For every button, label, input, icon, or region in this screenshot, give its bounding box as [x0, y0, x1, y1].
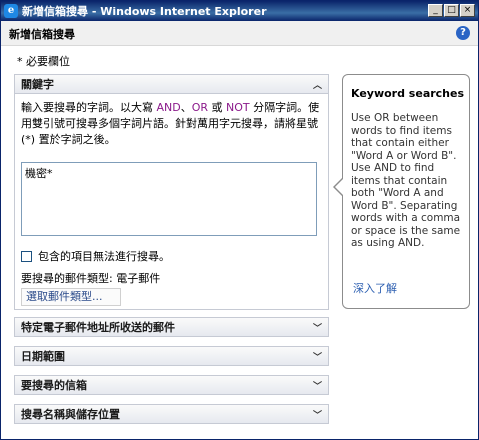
callout-text: Use OR between words to find items that … — [351, 112, 461, 249]
keywords-section: 關鍵字 ︿ 輸入要搜尋的字詞。以大寫 AND、OR 或 NOT 分隔字詞。使用雙… — [14, 74, 329, 310]
chevron-down-icon[interactable]: ﹀ — [313, 321, 322, 334]
section-date-range[interactable]: 日期範圍 ﹀ — [14, 346, 329, 366]
or-operator: OR — [191, 101, 209, 114]
section-name-location[interactable]: 搜尋名稱與儲存位置 ﹀ — [14, 404, 329, 424]
title-bar[interactable]: e 新增信箱搜尋 - Windows Internet Explorer _ □… — [1, 1, 478, 21]
keyword-input[interactable]: 機密* — [21, 162, 317, 236]
chevron-down-icon[interactable]: ﹀ — [313, 408, 322, 421]
callout-pointer-fill — [335, 178, 344, 196]
maximize-button[interactable]: □ — [444, 4, 459, 17]
section-mailboxes-title: 要搜尋的信箱 — [21, 379, 87, 392]
keywords-section-body: 輸入要搜尋的字詞。以大寫 AND、OR 或 NOT 分隔字詞。使用雙引號可搜尋多… — [14, 94, 329, 310]
instructions-text-1: 輸入要搜尋的字詞。以大寫 — [21, 101, 153, 114]
chevron-up-icon[interactable]: ︿ — [313, 78, 322, 91]
required-fields-note: * 必要欄位 — [17, 55, 70, 68]
chevron-down-icon[interactable]: ﹀ — [313, 379, 322, 392]
browser-window: e 新增信箱搜尋 - Windows Internet Explorer _ □… — [0, 0, 479, 440]
keywords-section-header[interactable]: 關鍵字 ︿ — [14, 74, 329, 94]
mail-type-label: 要搜尋的郵件類型: — [21, 272, 113, 285]
chevron-down-icon[interactable]: ﹀ — [313, 350, 322, 363]
close-button[interactable]: × — [460, 4, 475, 17]
not-operator: NOT — [226, 101, 250, 114]
section-mailboxes-header[interactable]: 要搜尋的信箱 ﹀ — [14, 375, 329, 395]
include-unsearchable-label: 包含的項目無法進行搜尋。 — [38, 250, 170, 263]
section-date-range-header[interactable]: 日期範圍 ﹀ — [14, 346, 329, 366]
ie-icon: e — [4, 4, 18, 18]
help-icon[interactable]: ? — [456, 26, 470, 40]
dialog-header: 新增信箱搜尋 ? — [1, 21, 478, 46]
section-name-location-header[interactable]: 搜尋名稱與儲存位置 ﹀ — [14, 404, 329, 424]
and-operator: AND — [156, 101, 181, 114]
section-name-location-title: 搜尋名稱與儲存位置 — [21, 408, 120, 421]
keyword-help-callout: Keyword searches Use OR between words to… — [342, 74, 470, 309]
separator-1: 、 — [180, 101, 192, 114]
mail-type-value: 電子郵件 — [116, 272, 161, 285]
page-title: 新增信箱搜尋 — [9, 28, 75, 41]
select-mail-type-button[interactable]: 選取郵件類型... — [21, 288, 121, 306]
section-mailboxes[interactable]: 要搜尋的信箱 ﹀ — [14, 375, 329, 395]
section-date-range-title: 日期範圍 — [21, 350, 65, 363]
callout-title: Keyword searches — [351, 87, 465, 100]
section-addresses-title: 特定電子郵件地址所收送的郵件 — [21, 321, 175, 334]
keyword-instructions: 輸入要搜尋的字詞。以大寫 AND、OR 或 NOT 分隔字詞。使用雙引號可搜尋多… — [21, 100, 321, 148]
window-controls: _ □ × — [428, 4, 475, 17]
section-addresses[interactable]: 特定電子郵件地址所收送的郵件 ﹀ — [14, 317, 329, 337]
include-unsearchable-checkbox[interactable] — [21, 250, 32, 262]
section-addresses-header[interactable]: 特定電子郵件地址所收送的郵件 ﹀ — [14, 317, 329, 337]
separator-2: 或 — [208, 101, 227, 114]
minimize-button[interactable]: _ — [428, 4, 443, 17]
learn-more-link[interactable]: 深入了解 — [353, 280, 397, 296]
mail-type-row: 要搜尋的郵件類型: 電子郵件 — [21, 270, 160, 286]
unsearchable-items-row: 包含的項目無法進行搜尋。 — [21, 248, 170, 264]
keywords-section-title: 關鍵字 — [21, 78, 54, 91]
window-title: 新增信箱搜尋 - Windows Internet Explorer — [22, 5, 267, 18]
